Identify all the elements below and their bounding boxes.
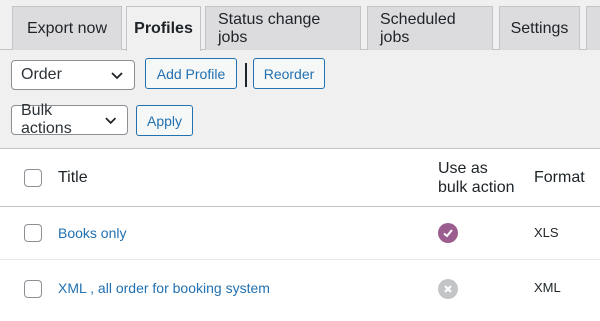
reorder-label: Reorder (263, 65, 315, 82)
chevron-down-icon (104, 117, 116, 125)
reorder-button[interactable]: Reorder (253, 58, 325, 89)
tab-export-now[interactable]: Export now (12, 6, 122, 50)
add-profile-button[interactable]: Add Profile (145, 58, 237, 89)
bulk-actions-value: Bulk actions (21, 102, 72, 137)
tab-scheduled-jobs[interactable]: Scheduled jobs (367, 6, 493, 50)
tab-overflow[interactable] (586, 6, 600, 50)
tab-label: Export now (26, 19, 108, 37)
bulk-header-line-2: bulk action (438, 179, 515, 196)
column-header-title[interactable]: Title (58, 169, 88, 187)
row-checkbox[interactable] (24, 224, 42, 242)
profile-title-link[interactable]: Books only (58, 225, 126, 241)
tab-settings[interactable]: Settings (499, 6, 580, 50)
check-circle-icon (438, 223, 458, 243)
profile-title-link[interactable]: XML , all order for booking system (58, 280, 270, 296)
profiles-table: Title Use as bulk action Format Books on… (0, 148, 600, 321)
table-row: XML , all order for booking system XML (0, 260, 600, 313)
select-all-checkbox[interactable] (24, 169, 42, 187)
add-profile-label: Add Profile (156, 65, 226, 82)
tab-label: Settings (510, 19, 569, 37)
bulk-header-line-1: Use as (438, 160, 488, 177)
column-header-format: Format (534, 169, 585, 186)
tab-profiles[interactable]: Profiles (126, 6, 201, 51)
tab-status-change-jobs[interactable]: Status change jobs (205, 6, 361, 50)
format-value: XLS (534, 225, 559, 240)
table-header-row: Title Use as bulk action Format (0, 149, 600, 207)
apply-button[interactable]: Apply (136, 105, 193, 136)
tab-bar: Export now Profiles Status change jobs S… (0, 0, 600, 51)
table-row: Books only XLS (0, 207, 600, 260)
order-select[interactable]: Order (11, 60, 135, 90)
tab-label: Status change jobs (218, 10, 321, 46)
row-checkbox[interactable] (24, 280, 42, 298)
format-value: XML (534, 280, 561, 295)
column-header-bulk-action: Use as bulk action (438, 159, 515, 197)
chevron-down-icon (111, 72, 123, 80)
bulk-actions-select[interactable]: Bulk actions (11, 102, 128, 137)
x-circle-icon (438, 279, 458, 299)
apply-label: Apply (146, 112, 183, 129)
tab-label: Scheduled jobs (380, 10, 456, 46)
toolbar-divider (245, 63, 247, 87)
order-select-value: Order (21, 66, 62, 83)
tab-label: Profiles (134, 20, 193, 37)
